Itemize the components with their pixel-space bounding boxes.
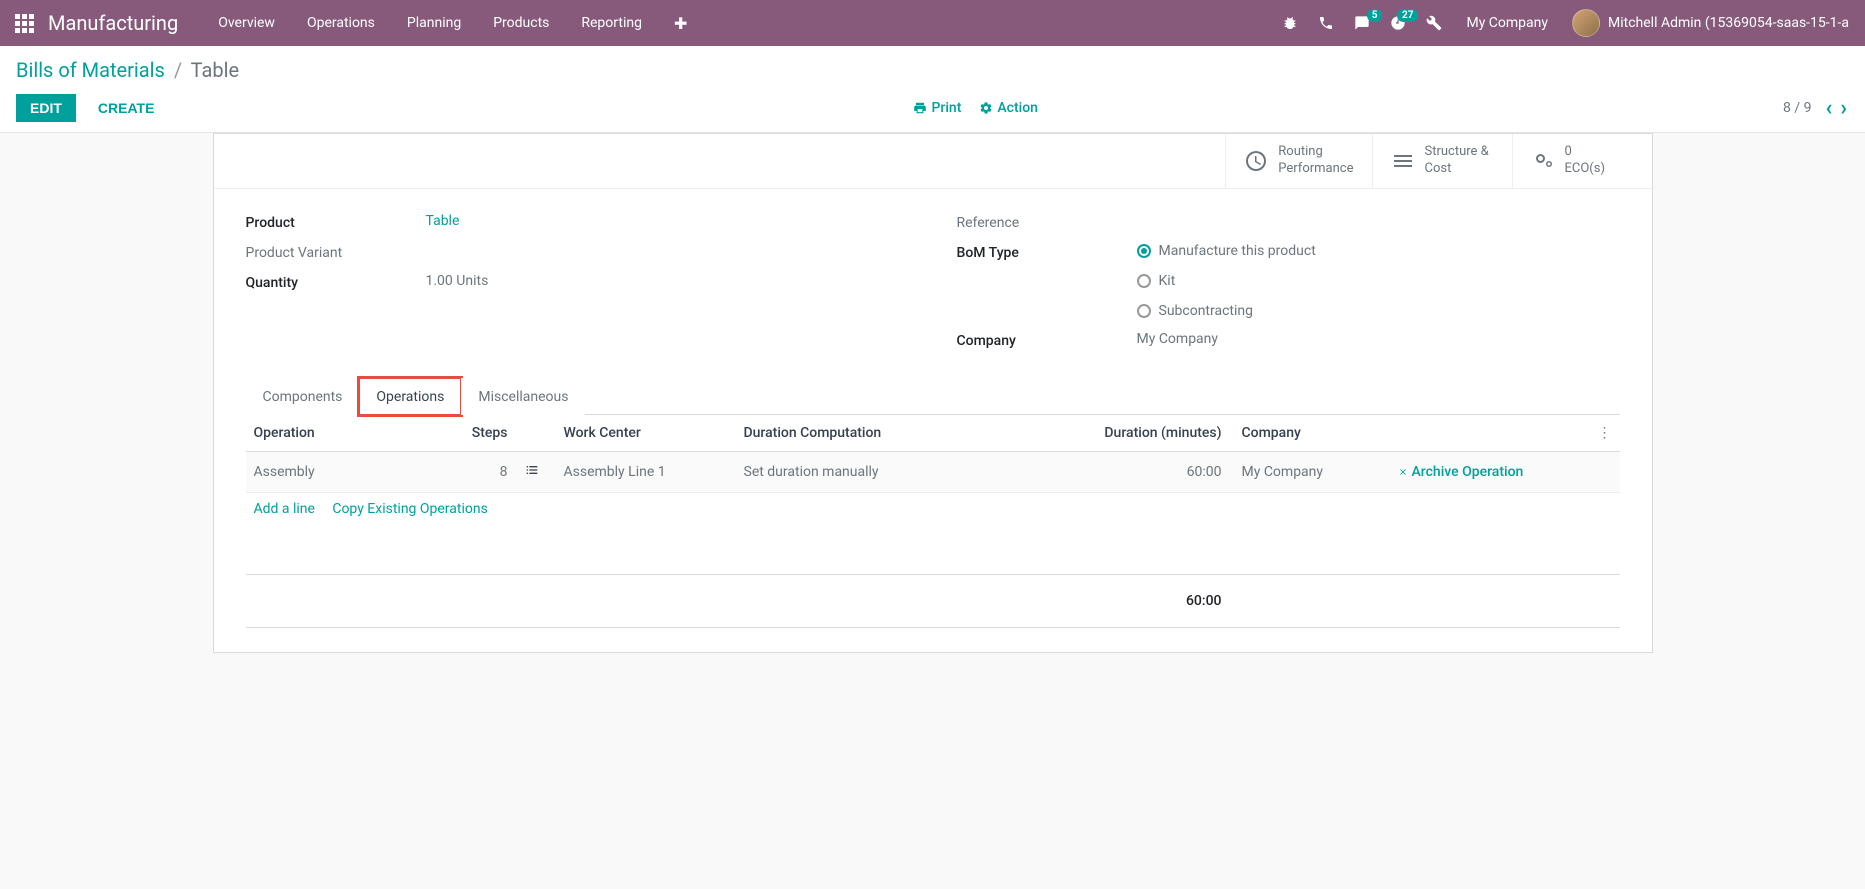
breadcrumb-parent[interactable]: Bills of Materials [16,58,165,82]
label-bom-type: BoM Type [957,243,1137,261]
nav-overview[interactable]: Overview [202,0,291,46]
label-reference: Reference [957,213,1137,231]
tab-operations[interactable]: Operations [359,378,461,415]
debug-icon[interactable] [1274,7,1306,39]
phone-icon[interactable] [1310,7,1342,39]
list-icon [1391,149,1415,173]
cell-duration: 60:00 [1080,451,1230,492]
th-operation[interactable]: Operation [246,415,446,452]
messages-icon[interactable]: 5 [1346,7,1378,39]
nav-products[interactable]: Products [477,0,565,46]
nav-reporting[interactable]: Reporting [565,0,658,46]
create-button[interactable]: Create [84,94,169,122]
clock-icon [1244,149,1268,173]
pager-position[interactable]: 8 / 9 [1783,100,1811,116]
stat-ecos[interactable]: 0ECO(s) [1512,134,1652,188]
stat-routing-performance[interactable]: RoutingPerformance [1225,134,1371,188]
pager-next-icon[interactable]: › [1838,96,1849,121]
tab-miscellaneous[interactable]: Miscellaneous [461,378,585,415]
radio-kit[interactable]: Kit [1137,273,1620,289]
label-product: Product [246,213,426,231]
breadcrumb: Bills of Materials / Table [16,58,1849,82]
label-quantity: Quantity [246,273,426,291]
radio-manufacture[interactable]: Manufacture this product [1137,243,1620,259]
th-steps[interactable]: Steps [446,415,516,452]
cell-steps: 8 [446,451,516,492]
add-line-link[interactable]: Add a line [254,501,315,517]
value-quantity: 1.00 [426,273,453,289]
avatar [1572,9,1600,37]
th-duration[interactable]: Duration (minutes) [1080,415,1230,452]
operation-row[interactable]: Assembly 8 Assembly Line 1 Set duration … [246,451,1620,492]
print-button[interactable]: Print [913,100,961,116]
radio-subcontracting[interactable]: Subcontracting [1137,303,1620,319]
cell-company: My Company [1230,451,1390,492]
activities-icon[interactable]: 27 [1382,7,1414,39]
breadcrumb-current: Table [191,58,239,82]
label-company: Company [957,331,1137,349]
product-link[interactable]: Table [426,213,460,229]
cell-duration-comp: Set duration manually [736,451,1080,492]
stat-structure-cost[interactable]: Structure &Cost [1372,134,1512,188]
company-selector[interactable]: My Company [1454,15,1560,31]
messages-badge: 5 [1367,9,1383,22]
th-company[interactable]: Company [1230,415,1390,452]
activities-badge: 27 [1397,9,1418,22]
th-duration-comp[interactable]: Duration Computation [736,415,1080,452]
value-unit: Units [456,273,488,289]
pager-prev-icon[interactable]: ‹ [1823,96,1834,121]
tools-icon[interactable] [1418,7,1450,39]
total-duration: 60:00 [1080,575,1230,628]
app-brand[interactable]: Manufacturing [48,11,178,35]
column-options-icon[interactable]: ⋮ [1590,415,1620,452]
steps-list-icon[interactable] [516,451,556,492]
username: Mitchell Admin (15369054-saas-15-1-a [1608,15,1849,31]
user-menu[interactable]: Mitchell Admin (15369054-saas-15-1-a [1564,9,1857,37]
nav-add-icon[interactable]: ✚ [658,0,703,46]
label-variant: Product Variant [246,243,426,261]
tab-components[interactable]: Components [246,378,360,415]
nav-operations[interactable]: Operations [291,0,391,46]
value-company: My Company [1137,331,1620,347]
edit-button[interactable]: Edit [16,94,76,122]
gears-icon [1531,149,1555,173]
apps-menu-icon[interactable] [8,7,40,39]
cell-operation: Assembly [246,451,446,492]
cell-workcenter: Assembly Line 1 [556,451,736,492]
nav-planning[interactable]: Planning [391,0,477,46]
copy-operations-link[interactable]: Copy Existing Operations [332,501,488,517]
th-workcenter[interactable]: Work Center [556,415,736,452]
action-button[interactable]: Action [979,100,1038,116]
archive-operation-link[interactable]: Archive Operation [1398,464,1582,480]
